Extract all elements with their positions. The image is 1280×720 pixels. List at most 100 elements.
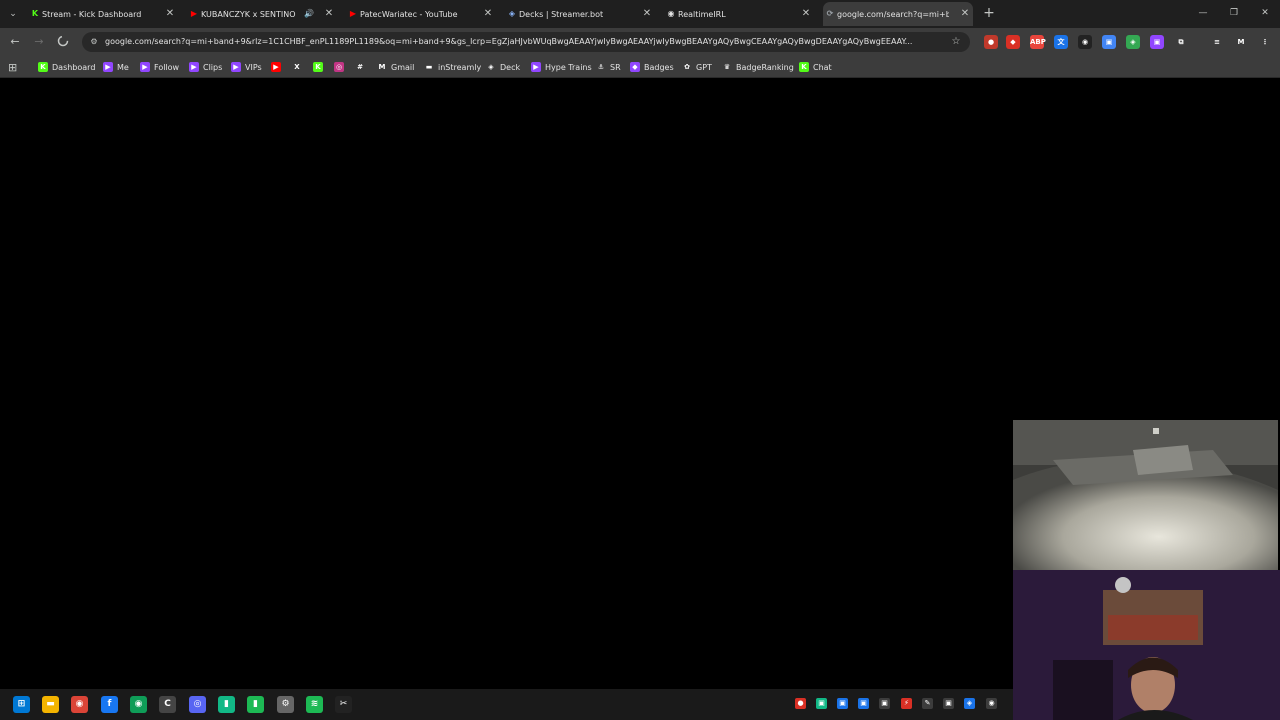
windows-start-icon[interactable]: ⊞: [13, 696, 30, 713]
bookmark-youtube[interactable]: ▶: [271, 60, 285, 74]
bookmark-badges[interactable]: ◆ Badges: [630, 60, 674, 74]
record-tray-icon[interactable]: ●: [795, 698, 806, 709]
bookmark-follow[interactable]: ▶ Follow: [140, 60, 179, 74]
chrome-profile-icon[interactable]: ◉: [130, 696, 147, 713]
bookmark-dashboard[interactable]: K Dashboard: [38, 60, 95, 74]
kick-icon: K: [313, 62, 323, 72]
green-app-icon[interactable]: ▮: [247, 696, 264, 713]
file-explorer-icon[interactable]: ▬: [42, 696, 59, 713]
tab-4[interactable]: ◈ Decks | Streamer.bot ✕: [505, 2, 655, 26]
site-info-icon[interactable]: ⚙: [88, 36, 100, 48]
tab-search-button[interactable]: ⌄: [4, 5, 22, 23]
bookmark-star-icon[interactable]: ☆: [950, 36, 962, 48]
record-extension-icon[interactable]: ●: [984, 35, 998, 49]
close-tab-icon[interactable]: ✕: [641, 8, 653, 20]
ccleaner-icon[interactable]: C: [159, 696, 176, 713]
tray-app-icon-9[interactable]: ◉: [986, 698, 997, 709]
tab-6[interactable]: ⟳ google.com/search?q=mi+ban ✕: [823, 2, 973, 26]
tab-2[interactable]: ▶KUBAŃCZYK x SENTINO - R 🔊 ✕: [187, 2, 337, 26]
profile-avatar-icon[interactable]: M: [1234, 35, 1248, 49]
twitch-extension-icon[interactable]: ▣: [1150, 35, 1164, 49]
youtube-icon: ▶: [349, 9, 357, 18]
twitch-icon: ▶: [189, 62, 199, 72]
anchor-icon: ⚓: [596, 62, 606, 72]
media-control-icon[interactable]: ≡: [1210, 35, 1224, 49]
bookmark-deck[interactable]: ◈ Deck: [486, 60, 520, 74]
tray-app-icon-1[interactable]: ▣: [816, 698, 827, 709]
loading-spinner-icon: [57, 35, 69, 47]
url-text[interactable]: google.com/search?q=mi+band+9&rlz=1C1CHB…: [105, 36, 940, 48]
bookmark-chat[interactable]: K Chat: [799, 60, 832, 74]
puzzle-extensions-icon[interactable]: ⧉: [1174, 35, 1188, 49]
facebook-icon[interactable]: f: [101, 696, 118, 713]
speaker-icon[interactable]: 🔊: [304, 10, 314, 18]
bookmark-vips[interactable]: ▶ VIPs: [231, 60, 262, 74]
tab-3[interactable]: ▶ PatecWariatec - YouTube ✕: [346, 2, 496, 26]
tray-app-icon-3[interactable]: ▣: [858, 698, 869, 709]
screenshot-extension-icon[interactable]: ▣: [1102, 35, 1116, 49]
tray-app-icon-5[interactable]: ⚡: [901, 698, 912, 709]
menu-kebab-icon[interactable]: ⋮: [1258, 35, 1272, 49]
bookmark-instagram[interactable]: ◎: [334, 60, 348, 74]
settings-app-icon[interactable]: ⚙: [277, 696, 294, 713]
shield-extension-icon[interactable]: ◆: [1006, 35, 1020, 49]
new-tab-button[interactable]: +: [982, 6, 996, 20]
bookmark-badgeranking[interactable]: ♛ BadgeRanking: [722, 60, 794, 74]
tab-5[interactable]: ◉ RealtimeIRL ✕: [664, 2, 814, 26]
forward-button[interactable]: →: [32, 35, 46, 49]
close-tab-icon[interactable]: ✕: [164, 8, 176, 20]
kick-icon: K: [38, 62, 48, 72]
twitch-icon: ▶: [231, 62, 241, 72]
tray-app-icon-6[interactable]: ✎: [922, 698, 933, 709]
bookmark-gmail[interactable]: M Gmail: [377, 60, 414, 74]
youtube-icon: ▶: [190, 9, 198, 18]
trophy-icon: ♛: [722, 62, 732, 72]
bookmark-label: BadgeRanking: [736, 62, 794, 72]
bookmark-label: Hype Trains: [545, 62, 592, 72]
close-tab-icon[interactable]: ✕: [800, 8, 812, 20]
tray-app-icon-8[interactable]: ◈: [964, 698, 975, 709]
bookmark-instreamly[interactable]: ▬ inStreamly: [424, 60, 481, 74]
tab-title: PatecWariatec - YouTube: [360, 9, 458, 19]
chrome-icon[interactable]: ◉: [71, 696, 88, 713]
discord-icon[interactable]: ◎: [189, 696, 206, 713]
close-tab-icon[interactable]: ✕: [323, 8, 335, 20]
tray-app-icon-7[interactable]: ▣: [943, 698, 954, 709]
apps-button[interactable]: ⊞: [8, 60, 17, 74]
stop-loading-button[interactable]: [56, 35, 70, 49]
streamerbot-icon: ◈: [486, 62, 496, 72]
bookmark-x[interactable]: X: [292, 60, 306, 74]
bookmark-me[interactable]: ▶ Me: [103, 60, 129, 74]
bookmark-label: Clips: [203, 62, 223, 72]
close-window-button[interactable]: ✕: [1258, 6, 1272, 20]
tab-title: Decks | Streamer.bot: [519, 9, 604, 19]
tab-1[interactable]: K Stream - Kick Dashboard ✕: [28, 2, 178, 26]
chevron-down-icon: ⌄: [9, 9, 17, 19]
bookmark-clips[interactable]: ▶ Clips: [189, 60, 222, 74]
bookmark-sr[interactable]: ⚓ SR: [596, 60, 621, 74]
vpn-extension-icon[interactable]: ◈: [1126, 35, 1140, 49]
spotify-icon[interactable]: ≋: [306, 696, 323, 713]
bookmark-label: Deck: [500, 62, 521, 72]
tampermonkey-extension-icon[interactable]: ◉: [1078, 35, 1092, 49]
bookmark-gpt[interactable]: ✿ GPT: [682, 60, 712, 74]
back-button[interactable]: ←: [8, 35, 22, 49]
tab-title: RealtimeIRL: [678, 9, 726, 19]
translate-extension-icon[interactable]: 文: [1054, 35, 1068, 49]
tab-title: KUBAŃCZYK x SENTINO - R: [201, 9, 297, 19]
tray-app-icon-4[interactable]: ▣: [879, 698, 890, 709]
close-tab-icon[interactable]: ✕: [959, 8, 971, 20]
adblock-extension-icon[interactable]: ABP: [1030, 35, 1046, 49]
car-interior-image: [1013, 420, 1278, 570]
restore-button[interactable]: ❐: [1227, 6, 1241, 20]
minimize-button[interactable]: —: [1196, 6, 1210, 20]
bookmark-hype-trains[interactable]: ▶ Hype Trains: [531, 60, 592, 74]
audio-mixer-icon[interactable]: ▮: [218, 696, 235, 713]
tray-app-icon-2[interactable]: ▣: [837, 698, 848, 709]
capcut-icon[interactable]: ✂: [335, 696, 352, 713]
youtube-icon: ▶: [271, 62, 281, 72]
close-tab-icon[interactable]: ✕: [482, 8, 494, 20]
bookmark-kick[interactable]: K: [313, 60, 327, 74]
loading-icon: ⟳: [826, 9, 834, 18]
bookmark-slack[interactable]: #: [355, 60, 369, 74]
